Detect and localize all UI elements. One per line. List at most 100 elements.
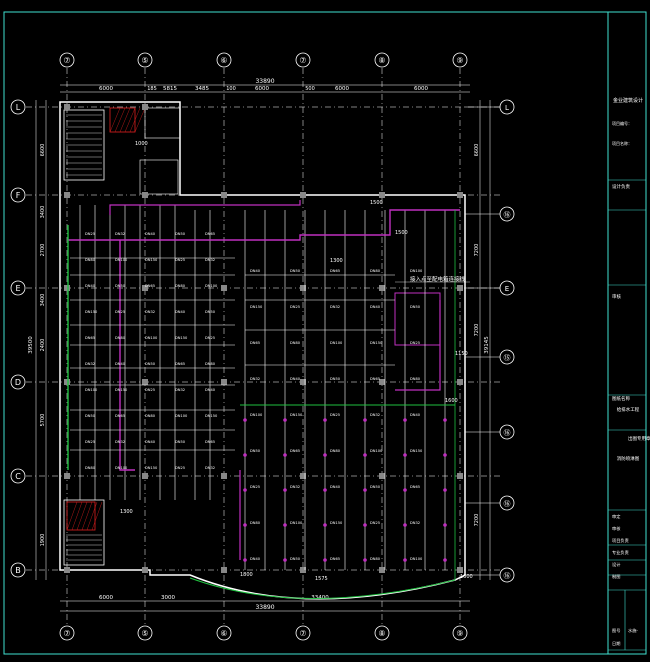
right-dim-label: 7200: [474, 324, 480, 337]
pipe-label: DN25: [370, 521, 380, 525]
cad-drawing: ⑦⑦⑤⑤⑥⑥⑦⑦⑧⑧⑨⑨ LFEDCBL⑯E⑮⑯⑯⑯ 33890 6000 5815…: [0, 0, 650, 658]
row-axis-label-right: E: [505, 285, 509, 293]
structural-column: [64, 192, 70, 198]
tb-project-1: 项目编号：: [612, 120, 632, 126]
plan-dim-label: 1000: [135, 141, 148, 147]
pipe-label: DN80: [370, 557, 381, 561]
tb-review: 审核: [612, 293, 621, 300]
top-small-dim-label: 185: [147, 86, 157, 92]
tb-project-2: 项目名称：: [612, 140, 632, 146]
pipe-label: DN65: [330, 269, 340, 273]
column-axis-label-bottom: ⑦: [299, 629, 306, 638]
top-overall-dim-label: 33890: [255, 78, 274, 85]
left-dim-label: 5700: [40, 414, 46, 427]
pipe-label: DN100: [85, 388, 98, 392]
structural-column: [64, 379, 70, 385]
sprinkler-head: [443, 488, 447, 492]
sprinkler-head: [443, 418, 447, 422]
pipe-label: DN32: [290, 485, 300, 489]
pipe-label: DN65: [330, 557, 340, 561]
right-overall-dim-label: 39145: [484, 336, 490, 354]
pipe-label: DN100: [205, 284, 218, 288]
tb-row-label: 设计: [612, 561, 620, 568]
tb-drawing-name: 给排水工程: [617, 406, 640, 413]
tb-bottom-value: 水施-: [628, 627, 638, 634]
structural-column: [142, 192, 148, 198]
plan-dim-label: 1800: [240, 572, 253, 578]
row-axis-label-right: ⑮: [504, 354, 511, 362]
tb-row-label: 专业负责: [612, 549, 629, 556]
structural-column: [379, 192, 385, 198]
pipe-label: DN150: [370, 341, 383, 345]
pipe-label: DN25: [250, 485, 260, 489]
structural-column: [300, 192, 306, 198]
sprinkler-head: [283, 453, 287, 457]
sprinkler-head: [283, 418, 287, 422]
pipe-label: DN32: [330, 305, 340, 309]
row-axis-label-right: ⑯: [504, 211, 511, 219]
pipe-label: DN40: [410, 413, 421, 417]
tb-drawing-sub: 消防喷淋图: [617, 455, 640, 462]
pipe-label: DN65: [370, 377, 380, 381]
column-axis-label-top: ⑧: [378, 56, 385, 65]
structural-column: [221, 285, 227, 291]
row-axis-label-left: E: [15, 284, 20, 293]
left-dim-label: 1900: [40, 534, 46, 547]
pipe-label: DN40: [330, 485, 341, 489]
right-dim-label: 6600: [474, 144, 480, 157]
structural-column: [221, 192, 227, 198]
column-axis-label-bottom: ⑥: [220, 629, 227, 638]
pipe-label: DN80: [330, 449, 341, 453]
pipe-label: DN80: [175, 284, 186, 288]
structural-column: [64, 567, 70, 573]
pipe-label: DN50: [145, 362, 156, 366]
sprinkler-head: [363, 523, 367, 527]
top-dim-label: 6000: [414, 86, 428, 92]
left-dim-label: 3400: [40, 206, 46, 219]
pipe-label: DN25: [145, 388, 155, 392]
structural-column: [457, 379, 463, 385]
column-axis-label-top: ⑨: [456, 56, 463, 65]
plan-dim-label: 1600: [445, 398, 458, 404]
pipe-label: DN50: [290, 269, 301, 273]
row-axis-label-left: D: [15, 378, 21, 387]
structural-column: [142, 379, 148, 385]
pipe-label: DN150: [85, 310, 98, 314]
top-small-dim-label: 100: [226, 86, 236, 92]
sprinkler-head: [363, 418, 367, 422]
structural-column: [221, 473, 227, 479]
bottom-dim-label: 3000: [161, 595, 175, 601]
tb-company: 金业建筑设计: [613, 97, 643, 104]
plan-dim-label: 1600: [460, 574, 473, 580]
row-axis-label-left: C: [15, 472, 21, 481]
pipe-label: DN50: [205, 310, 216, 314]
pipe-label: DN50: [290, 557, 301, 561]
tb-row-label: 项目负责: [612, 537, 629, 544]
pipe-label: DN40: [115, 362, 126, 366]
sprinkler-head: [403, 558, 407, 562]
bottom-dim-label: 6000: [99, 595, 113, 601]
pipe-label: DN100: [175, 414, 188, 418]
pipe-label: DN80: [205, 362, 216, 366]
pipe-label: DN65: [85, 336, 95, 340]
pipe-label: DN150: [250, 305, 263, 309]
sprinkler-head: [323, 523, 327, 527]
structural-column: [379, 473, 385, 479]
plan-dim-label: 1500: [395, 230, 408, 236]
pipe-label: DN150: [145, 466, 158, 470]
pipe-label: DN25: [85, 440, 95, 444]
pipe-label: DN100: [410, 269, 423, 273]
sprinkler-head: [403, 418, 407, 422]
column-axis-label-bottom: ⑦: [63, 629, 70, 638]
row-axis-label-left: L: [16, 103, 21, 112]
structural-column: [142, 473, 148, 479]
row-axis-label-right: ⑯: [504, 572, 511, 580]
sprinkler-head: [283, 523, 287, 527]
left-dim-label: 6600: [40, 144, 46, 157]
sprinkler-head: [403, 453, 407, 457]
pipe-label: DN150: [175, 336, 188, 340]
pipe-label: DN100: [115, 258, 128, 262]
sprinkler-head: [403, 523, 407, 527]
sprinkler-head: [363, 488, 367, 492]
pipe-label: DN100: [290, 521, 303, 525]
